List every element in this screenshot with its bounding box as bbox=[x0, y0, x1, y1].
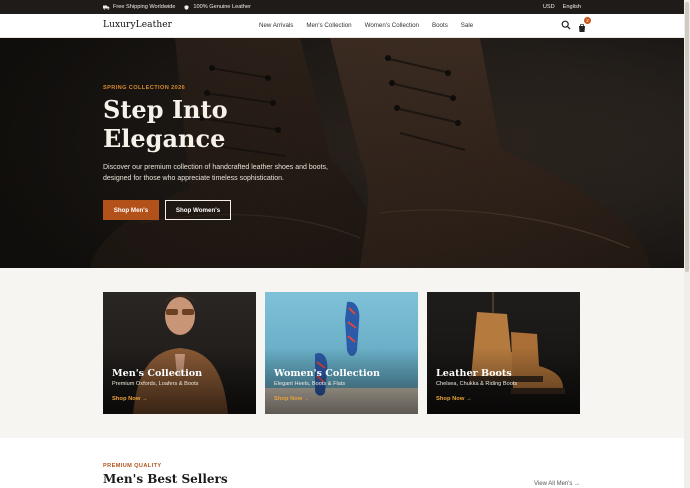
cart-button[interactable]: 2 bbox=[577, 17, 591, 32]
nav-womens-collection[interactable]: Women's Collection bbox=[365, 22, 419, 29]
hero-banner: SPRING COLLECTION 2026 Step Into Eleganc… bbox=[0, 38, 690, 268]
hero-eyebrow: SPRING COLLECTION 2026 bbox=[103, 85, 186, 91]
main-nav: New Arrivals Men's Collection Women's Co… bbox=[259, 22, 473, 29]
category-card-mens[interactable]: Men's Collection Premium Oxfords, Loafer… bbox=[103, 292, 256, 414]
hero-description: Discover our premium collection of handc… bbox=[103, 164, 328, 182]
shop-now-link-boots[interactable]: Shop Now → bbox=[436, 396, 517, 402]
shop-womens-button[interactable]: Shop Women's bbox=[165, 200, 231, 220]
category-section: Men's Collection Premium Oxfords, Loafer… bbox=[0, 268, 690, 438]
nav-boots[interactable]: Boots bbox=[432, 22, 448, 29]
shop-now-link-womens[interactable]: Shop Now → bbox=[274, 396, 380, 402]
category-card-boots[interactable]: Leather Boots Chelsea, Chukka & Riding B… bbox=[427, 292, 580, 414]
genuine-notice: 100% Genuine Leather bbox=[183, 4, 251, 10]
page-scrollbar[interactable] bbox=[684, 0, 690, 488]
language-selector[interactable]: English bbox=[563, 4, 581, 10]
category-card-womens[interactable]: Women's Collection Elegant Heels, Boots … bbox=[265, 292, 418, 414]
card-subtitle-mens: Premium Oxfords, Loafers & Boots bbox=[112, 381, 199, 387]
nav-mens-collection[interactable]: Men's Collection bbox=[306, 22, 351, 29]
currency-selector[interactable]: USD bbox=[543, 4, 555, 10]
nav-sale[interactable]: Sale bbox=[461, 22, 473, 29]
scrollbar-thumb[interactable] bbox=[685, 2, 689, 272]
shield-icon bbox=[184, 4, 189, 10]
genuine-text: 100% Genuine Leather bbox=[193, 4, 251, 10]
hero-title-line2: Elegance bbox=[103, 124, 226, 153]
best-sellers-section: PREMIUM QUALITY Men's Best Sellers View … bbox=[0, 438, 690, 488]
hero-title: Step Into Elegance bbox=[103, 95, 343, 153]
card-subtitle-womens: Elegant Heels, Boots & Flats bbox=[274, 381, 346, 387]
card-subtitle-boots: Chelsea, Chukka & Riding Boots bbox=[436, 381, 518, 387]
site-logo[interactable]: LuxuryLeather bbox=[103, 20, 172, 30]
truck-icon bbox=[103, 5, 110, 10]
site-header: LuxuryLeather New Arrivals Men's Collect… bbox=[0, 14, 690, 38]
hero-title-line1: Step Into bbox=[103, 95, 228, 124]
view-all-mens-link[interactable]: View All Men's → bbox=[534, 481, 580, 487]
shop-mens-button[interactable]: Shop Men's bbox=[103, 200, 159, 220]
best-sellers-eyebrow: PREMIUM QUALITY bbox=[103, 463, 162, 469]
shipping-text: Free Shipping Worldwide bbox=[113, 4, 176, 10]
best-sellers-title: Men's Best Sellers bbox=[103, 472, 228, 486]
search-icon[interactable] bbox=[561, 20, 571, 30]
card-title-boots: Leather Boots bbox=[436, 368, 512, 379]
shipping-notice: Free Shipping Worldwide bbox=[103, 4, 175, 10]
shop-now-link-mens[interactable]: Shop Now → bbox=[112, 396, 202, 402]
cart-icon bbox=[579, 23, 585, 32]
cart-count-badge: 2 bbox=[584, 17, 591, 24]
announcement-bar: Free Shipping Worldwide 100% Genuine Lea… bbox=[0, 0, 690, 14]
nav-new-arrivals[interactable]: New Arrivals bbox=[259, 22, 293, 29]
card-title-womens: Women's Collection bbox=[274, 368, 381, 379]
card-title-mens: Men's Collection bbox=[112, 368, 203, 379]
